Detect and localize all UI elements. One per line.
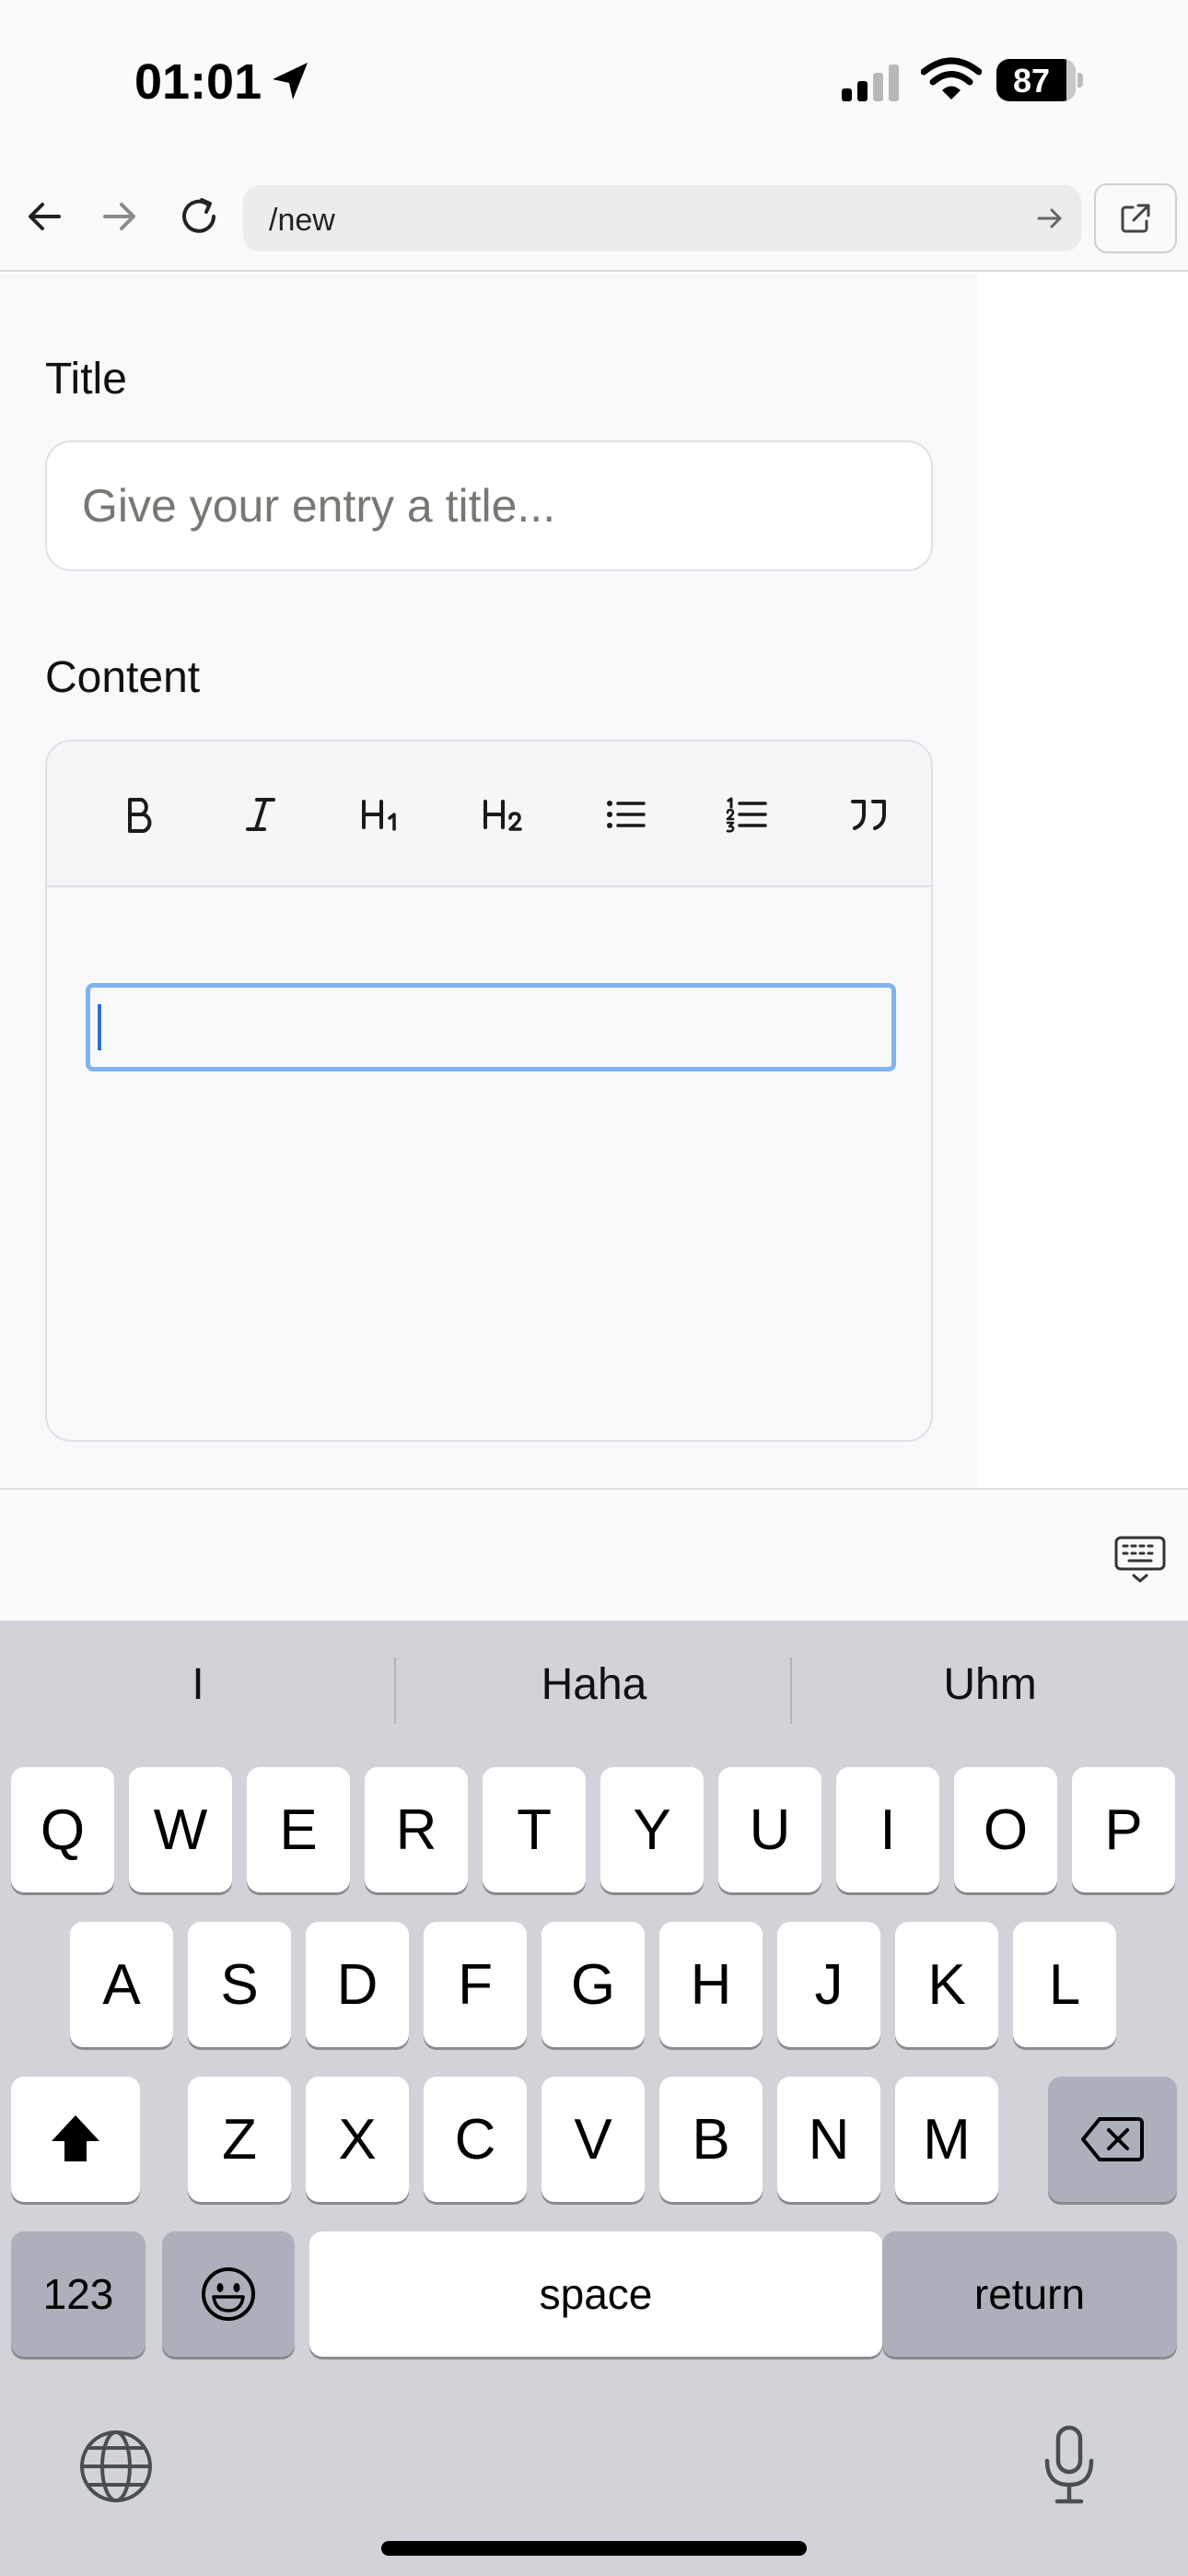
- bullet-list-icon: [607, 801, 646, 828]
- key-x[interactable]: X: [306, 2077, 409, 2202]
- back-button[interactable]: [17, 189, 72, 244]
- content-input[interactable]: [86, 983, 896, 1071]
- return-key[interactable]: return: [882, 2231, 1177, 2357]
- key-j[interactable]: J: [777, 1922, 880, 2047]
- url-text: /new: [269, 203, 335, 238]
- key-f[interactable]: F: [424, 1922, 527, 2047]
- keyboard-dismiss-icon[interactable]: [1112, 1532, 1168, 1587]
- home-indicator: [381, 2541, 807, 2556]
- arrow-left-icon: [29, 203, 61, 230]
- space-key[interactable]: space: [309, 2231, 882, 2357]
- arrow-right-icon: [103, 203, 135, 230]
- key-h[interactable]: H: [659, 1922, 763, 2047]
- emoji-key[interactable]: [162, 2231, 295, 2357]
- reload-icon: [182, 198, 215, 233]
- battery-indicator: 87: [996, 59, 1085, 101]
- heading-1-button[interactable]: [355, 787, 410, 842]
- suggestion-1[interactable]: I: [0, 1659, 396, 1710]
- backspace-key[interactable]: [1048, 2077, 1177, 2202]
- keyboard-accessory-bar: [0, 1488, 1188, 1621]
- wifi-icon: [921, 57, 982, 100]
- cellular-signal-icon: [842, 64, 899, 101]
- shift-arrow-icon: [52, 2115, 99, 2161]
- quote-button[interactable]: [841, 787, 896, 842]
- key-k[interactable]: K: [895, 1922, 998, 2047]
- url-field[interactable]: /new: [243, 185, 1081, 252]
- go-arrow-icon[interactable]: [1033, 202, 1066, 235]
- key-v[interactable]: V: [542, 2077, 645, 2202]
- backspace-icon: [1081, 2117, 1144, 2161]
- key-b[interactable]: B: [659, 2077, 763, 2202]
- italic-button[interactable]: [233, 787, 288, 842]
- suggestion-3[interactable]: Uhm: [792, 1659, 1188, 1710]
- numbered-list-button[interactable]: [719, 787, 775, 842]
- key-q[interactable]: Q: [11, 1767, 114, 1892]
- bold-icon: [128, 798, 152, 833]
- heading-2-button[interactable]: [476, 787, 531, 842]
- page-background: [977, 274, 1188, 1488]
- italic-icon: [246, 798, 275, 831]
- open-external-button[interactable]: [1094, 183, 1177, 253]
- heading-2-icon: [483, 800, 522, 831]
- key-a[interactable]: A: [70, 1922, 173, 2047]
- numbers-key[interactable]: 123: [11, 2231, 146, 2357]
- battery-percent: 87: [1012, 62, 1051, 100]
- rich-text-editor: [45, 740, 933, 1442]
- reload-button[interactable]: [171, 189, 227, 244]
- browser-toolbar: /new: [0, 161, 1188, 272]
- title-label: Title: [45, 355, 127, 404]
- content-label: Content: [45, 653, 201, 702]
- editor-toolbar: [47, 742, 931, 887]
- key-s[interactable]: S: [188, 1922, 291, 2047]
- bold-button[interactable]: [111, 787, 167, 842]
- globe-icon[interactable]: [77, 2428, 155, 2505]
- key-g[interactable]: G: [542, 1922, 645, 2047]
- emoji-icon: [202, 2267, 255, 2321]
- key-m[interactable]: M: [895, 2077, 998, 2202]
- key-d[interactable]: D: [306, 1922, 409, 2047]
- text-caret: [98, 1004, 101, 1050]
- numbered-list-icon: [726, 797, 767, 833]
- key-y[interactable]: Y: [600, 1767, 704, 1892]
- software-keyboard: I Haha Uhm Q W E R T Y U I O P A S D F G…: [0, 1621, 1188, 2576]
- title-input[interactable]: [45, 440, 933, 571]
- external-link-icon: [1121, 204, 1150, 233]
- suggestion-2[interactable]: Haha: [396, 1659, 792, 1710]
- key-p[interactable]: P: [1072, 1767, 1175, 1892]
- quote-icon: [851, 800, 886, 830]
- shift-key[interactable]: [11, 2077, 140, 2202]
- status-bar: 01:01 87: [0, 0, 1188, 161]
- key-i[interactable]: I: [836, 1767, 939, 1892]
- key-z[interactable]: Z: [188, 2077, 291, 2202]
- key-c[interactable]: C: [424, 2077, 527, 2202]
- key-t[interactable]: T: [483, 1767, 586, 1892]
- forward-button[interactable]: [92, 189, 147, 244]
- key-u[interactable]: U: [718, 1767, 821, 1892]
- microphone-icon[interactable]: [1041, 2424, 1098, 2507]
- location-arrow-icon: [273, 63, 308, 100]
- key-n[interactable]: N: [777, 2077, 880, 2202]
- key-o[interactable]: O: [954, 1767, 1057, 1892]
- heading-1-icon: [362, 800, 396, 831]
- key-r[interactable]: R: [365, 1767, 468, 1892]
- key-w[interactable]: W: [129, 1767, 232, 1892]
- key-e[interactable]: E: [247, 1767, 350, 1892]
- key-l[interactable]: L: [1013, 1922, 1116, 2047]
- status-time: 01:01: [134, 54, 262, 110]
- bullet-list-button[interactable]: [598, 787, 653, 842]
